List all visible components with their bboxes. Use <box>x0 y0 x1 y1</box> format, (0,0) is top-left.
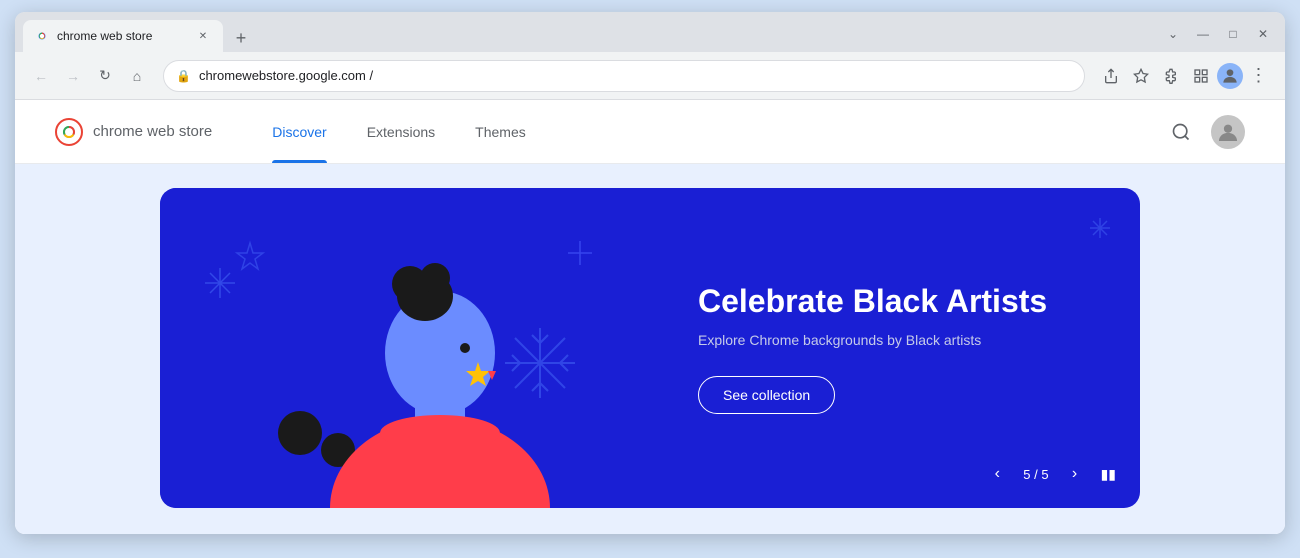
share-button[interactable] <box>1097 62 1125 90</box>
see-collection-button[interactable]: See collection <box>698 376 835 414</box>
hero-content-side: Celebrate Black Artists Explore Chrome b… <box>650 188 1140 508</box>
lock-icon: 🔒 <box>176 69 191 83</box>
tab-search-button[interactable]: ⌄ <box>1159 20 1187 48</box>
minimize-button[interactable]: — <box>1189 20 1217 48</box>
site-search-button[interactable] <box>1163 114 1199 150</box>
hero-subtitle: Explore Chrome backgrounds by Black arti… <box>698 332 1092 348</box>
active-tab[interactable]: chrome web store ✕ <box>23 20 223 52</box>
url-text: chromewebstore.google.com / <box>199 68 1072 83</box>
maximize-button[interactable]: □ <box>1219 20 1247 48</box>
site-header-actions <box>1163 114 1245 150</box>
nav-discover[interactable]: Discover <box>252 100 346 163</box>
more-options-button[interactable]: ⋮ <box>1245 62 1273 90</box>
chrome-logo-icon <box>55 118 83 146</box>
site-user-avatar[interactable] <box>1211 115 1245 149</box>
extensions-button[interactable] <box>1157 62 1185 90</box>
bookmark-button[interactable] <box>1127 62 1155 90</box>
browser-profile-avatar[interactable] <box>1217 63 1243 89</box>
tab-favicon <box>35 29 49 43</box>
close-button[interactable]: ✕ <box>1249 20 1277 48</box>
page-content: chrome web store Discover Extensions The… <box>15 100 1285 534</box>
window-controls: ⌄ — □ ✕ <box>1159 20 1277 52</box>
site-header: chrome web store Discover Extensions The… <box>15 100 1285 164</box>
deco-cross-icon <box>1090 218 1110 238</box>
forward-button[interactable]: → <box>59 62 87 90</box>
toolbar-actions: ⋮ <box>1097 62 1273 90</box>
back-button[interactable]: ← <box>27 62 55 90</box>
home-button[interactable]: ⌂ <box>123 62 151 90</box>
main-content: Celebrate Black Artists Explore Chrome b… <box>15 164 1285 534</box>
illustration-side <box>160 188 650 508</box>
url-bar[interactable]: 🔒 chromewebstore.google.com / <box>163 60 1085 92</box>
tab-bar: chrome web store ✕ + ⌄ — □ ✕ <box>15 12 1285 52</box>
browser-window: chrome web store ✕ + ⌄ — □ ✕ ← → ↻ ⌂ 🔒 c… <box>15 12 1285 534</box>
nav-themes[interactable]: Themes <box>455 100 546 163</box>
hero-banner: Celebrate Black Artists Explore Chrome b… <box>160 188 1140 508</box>
new-tab-button[interactable]: + <box>227 24 255 52</box>
hero-illustration <box>160 188 650 508</box>
tab-close-button[interactable]: ✕ <box>195 28 211 44</box>
address-bar: ← → ↻ ⌂ 🔒 chromewebstore.google.com / <box>15 52 1285 100</box>
nav-extensions[interactable]: Extensions <box>347 100 455 163</box>
hero-title: Celebrate Black Artists <box>698 282 1092 320</box>
tab-title: chrome web store <box>57 29 187 43</box>
site-nav: Discover Extensions Themes <box>252 100 546 163</box>
tab-grid-button[interactable] <box>1187 62 1215 90</box>
site-logo: chrome web store <box>55 118 212 146</box>
reload-button[interactable]: ↻ <box>91 62 119 90</box>
site-name-label: chrome web store <box>93 123 212 140</box>
